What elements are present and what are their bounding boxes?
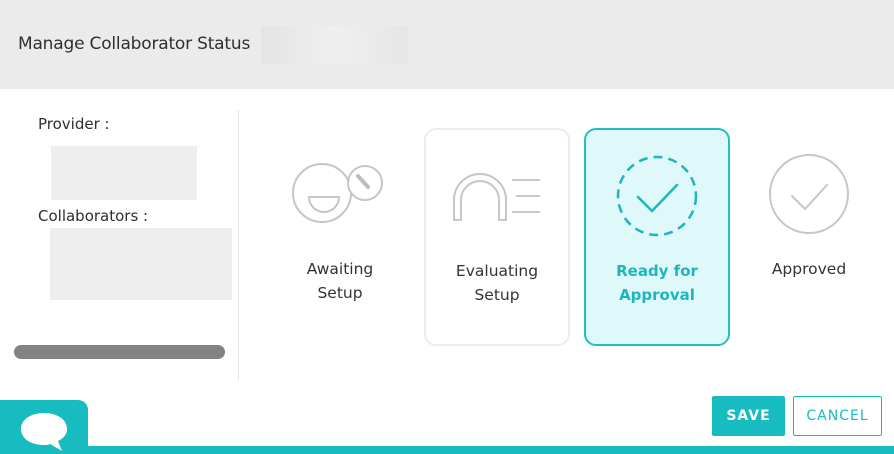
arch-lines-icon	[450, 168, 544, 228]
provider-label: Provider :	[38, 115, 110, 133]
dialog-title: Manage Collaborator Status	[18, 34, 251, 54]
check-circle-icon	[767, 152, 851, 240]
dashed-check-circle-icon	[615, 154, 699, 242]
status-label-awaiting-setup: Awaiting Setup	[306, 260, 374, 302]
horizontal-scrollbar[interactable]	[14, 345, 225, 359]
dialog-header: Manage Collaborator Status	[0, 0, 894, 89]
status-card-ready-for-approval[interactable]: Ready for Approval	[584, 128, 730, 346]
cancel-button[interactable]: CANCEL	[793, 396, 882, 436]
chat-launcher-button[interactable]	[0, 400, 88, 454]
status-card-approved[interactable]: Approved	[736, 128, 882, 346]
status-card-evaluating-setup[interactable]: Evaluating Setup	[424, 128, 570, 346]
status-label-approved: Approved	[771, 260, 847, 278]
status-label-ready-for-approval: Ready for Approval	[616, 262, 698, 304]
chat-bubble-icon	[21, 413, 67, 451]
status-label-evaluating-setup: Evaluating Setup	[455, 262, 539, 304]
collaborators-label: Collaborators :	[38, 207, 149, 225]
status-card-awaiting-setup[interactable]: Awaiting Setup	[267, 128, 413, 346]
gauge-face-icon	[292, 160, 388, 234]
footer-accent-bar	[0, 446, 894, 454]
panel-divider	[238, 110, 239, 380]
save-button[interactable]: SAVE	[712, 396, 785, 436]
collaborators-value-redacted	[50, 228, 232, 300]
provider-value-redacted	[51, 146, 197, 200]
redacted-title-suffix	[261, 26, 408, 64]
